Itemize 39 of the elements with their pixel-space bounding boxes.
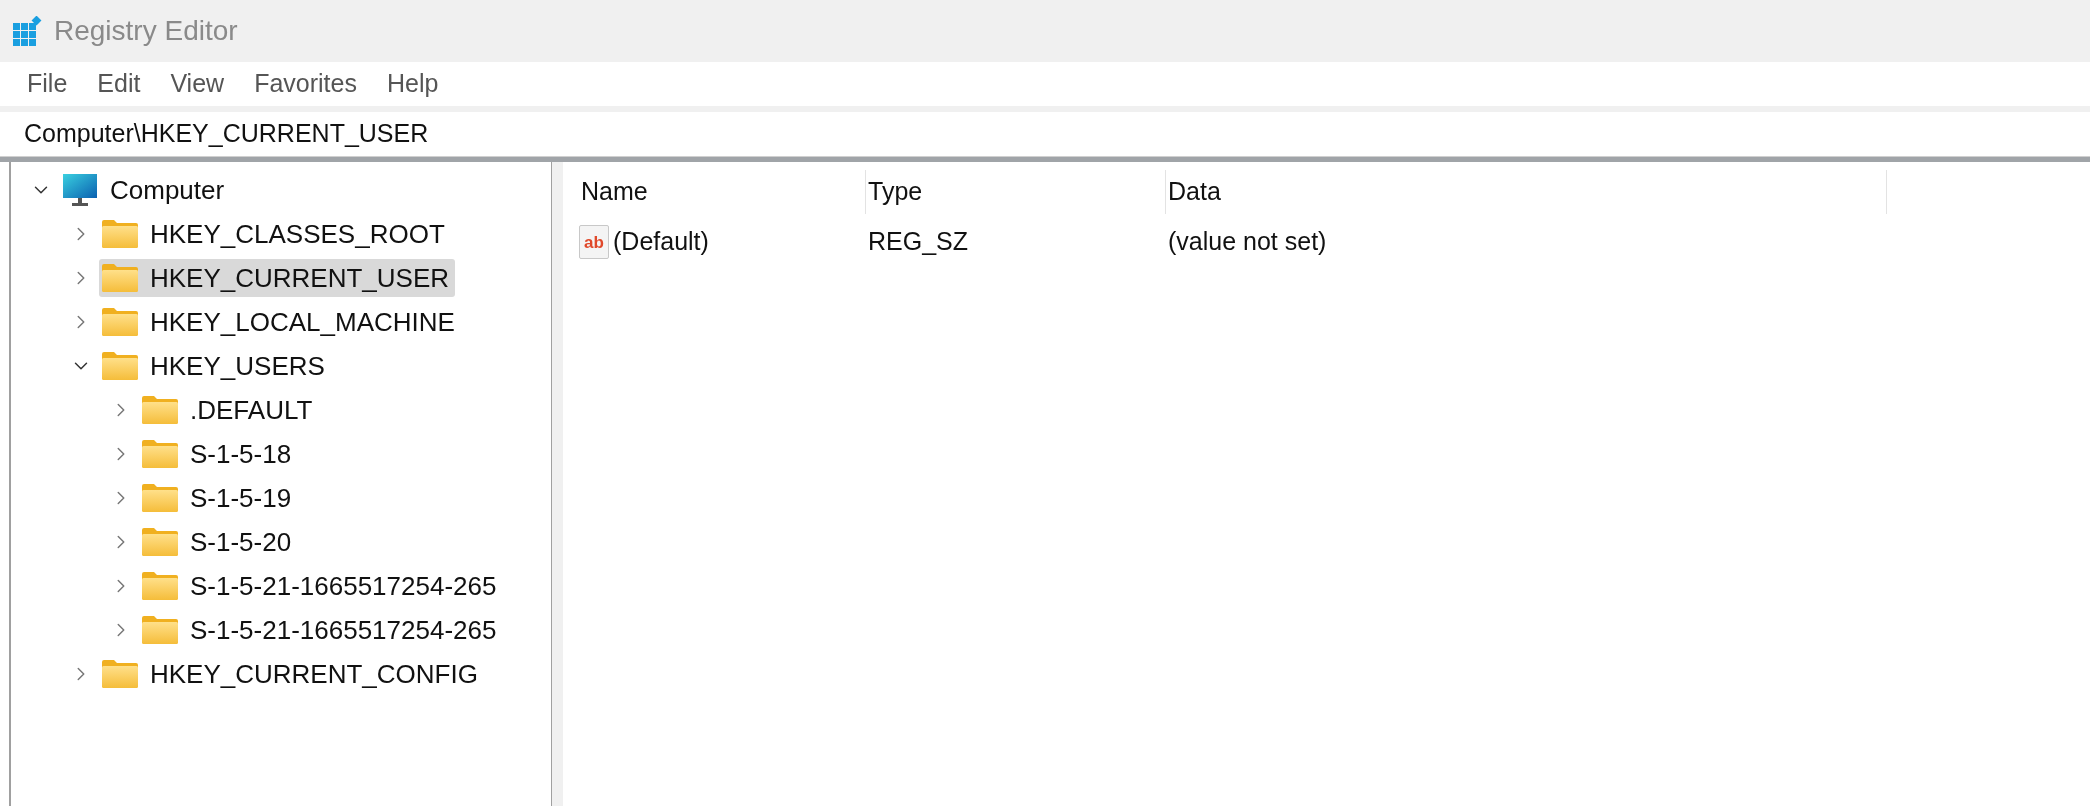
tree-item[interactable]: S-1-5-21-1665517254-265 xyxy=(139,567,503,605)
folder-icon xyxy=(142,396,178,424)
tree-item[interactable]: S-1-5-18 xyxy=(139,435,298,473)
column-header[interactable]: Data xyxy=(1166,170,1887,214)
folder-icon xyxy=(142,616,178,644)
tree-item[interactable]: HKEY_LOCAL_MACHINE xyxy=(99,303,461,341)
menu-item[interactable]: File xyxy=(14,65,81,103)
tree-item[interactable]: S-1-5-20 xyxy=(139,523,298,561)
folder-icon xyxy=(142,440,178,468)
tree-item[interactable]: HKEY_CURRENT_CONFIG xyxy=(99,655,484,693)
folder-icon xyxy=(102,352,138,380)
menu-item[interactable]: Edit xyxy=(84,65,154,103)
tree-item[interactable]: Computer xyxy=(59,171,231,209)
folder-icon xyxy=(102,308,138,336)
menu-item[interactable]: Favorites xyxy=(241,65,370,103)
registry-editor-icon xyxy=(12,16,42,46)
column-header[interactable]: Type xyxy=(866,170,1166,214)
folder-icon xyxy=(102,660,138,688)
tree-item[interactable]: S-1-5-21-1665517254-265 xyxy=(139,611,503,649)
tree-item[interactable]: S-1-5-19 xyxy=(139,479,298,517)
computer-icon xyxy=(62,173,98,207)
value-name[interactable]: (Default) xyxy=(613,223,709,261)
window-title: Registry Editor xyxy=(54,14,238,48)
menu-item[interactable]: View xyxy=(157,65,238,103)
tree-item[interactable]: HKEY_CLASSES_ROOT xyxy=(99,215,451,253)
column-header[interactable]: Name xyxy=(579,170,866,214)
folder-icon xyxy=(142,528,178,556)
folder-icon xyxy=(102,264,138,292)
folder-icon xyxy=(142,484,178,512)
folder-icon xyxy=(142,572,178,600)
tree-item[interactable]: HKEY_USERS xyxy=(99,347,331,385)
menu-item[interactable]: Help xyxy=(373,65,452,103)
value-type: REG_SZ xyxy=(867,226,970,258)
value-data: (value not set) xyxy=(1167,226,1327,258)
pane-splitter[interactable] xyxy=(551,162,563,806)
tree-item[interactable]: HKEY_CURRENT_USER xyxy=(99,259,456,297)
folder-icon xyxy=(102,220,138,248)
string-value-icon: ab xyxy=(579,225,609,259)
tree-item[interactable]: .DEFAULT xyxy=(139,391,319,429)
